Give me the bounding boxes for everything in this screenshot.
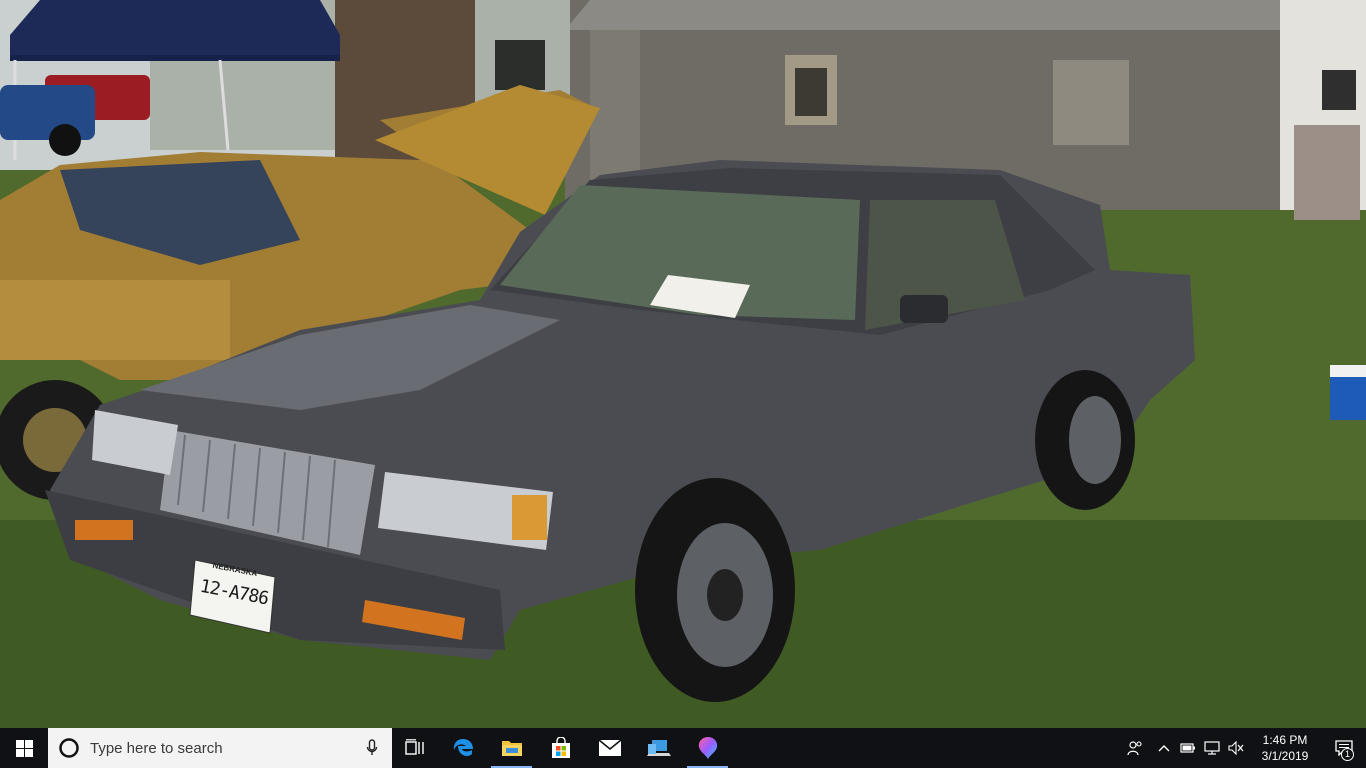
- edge-icon: [453, 739, 473, 756]
- taskbar: Type here to search 1:46 PM 3/1/2019 1: [0, 728, 1366, 768]
- network-icon[interactable]: [1200, 728, 1224, 768]
- desktop-wallpaper: 12-A786 NEBRASKA: [0, 0, 1366, 728]
- laptop-icon: [646, 740, 671, 756]
- action-center-button[interactable]: 1: [1322, 728, 1366, 768]
- search-placeholder: Type here to search: [90, 739, 223, 757]
- folder-icon: [501, 741, 522, 756]
- paint-3d-button[interactable]: [683, 728, 732, 768]
- clock[interactable]: 1:46 PM 3/1/2019: [1248, 728, 1322, 768]
- device-button[interactable]: [634, 728, 683, 768]
- start-button[interactable]: [0, 728, 48, 768]
- mail-button[interactable]: [585, 728, 634, 768]
- task-view-icon: [405, 739, 424, 755]
- store-icon: [551, 737, 570, 758]
- system-tray: 1:46 PM 3/1/2019 1: [1118, 728, 1366, 768]
- clock-time: 1:46 PM: [1262, 733, 1308, 747]
- chevron-up-icon[interactable]: [1152, 728, 1176, 768]
- task-view-button[interactable]: [392, 728, 438, 768]
- paint-icon: [698, 737, 717, 759]
- mail-icon: [597, 739, 622, 756]
- file-explorer-button[interactable]: [487, 728, 536, 768]
- cortana-icon: [59, 738, 79, 758]
- people-icon[interactable]: [1118, 728, 1152, 768]
- edge-button[interactable]: [438, 728, 487, 768]
- taskbar-search-box[interactable]: Type here to search: [48, 728, 392, 768]
- volume-muted-icon[interactable]: [1224, 728, 1248, 768]
- windows-logo-icon: [15, 739, 33, 757]
- battery-icon[interactable]: [1176, 728, 1200, 768]
- store-button[interactable]: [536, 728, 585, 768]
- wallpaper-image: [0, 0, 1366, 728]
- microphone-icon[interactable]: [352, 739, 392, 757]
- notification-count-badge: 1: [1341, 748, 1354, 761]
- clock-date: 3/1/2019: [1261, 749, 1309, 763]
